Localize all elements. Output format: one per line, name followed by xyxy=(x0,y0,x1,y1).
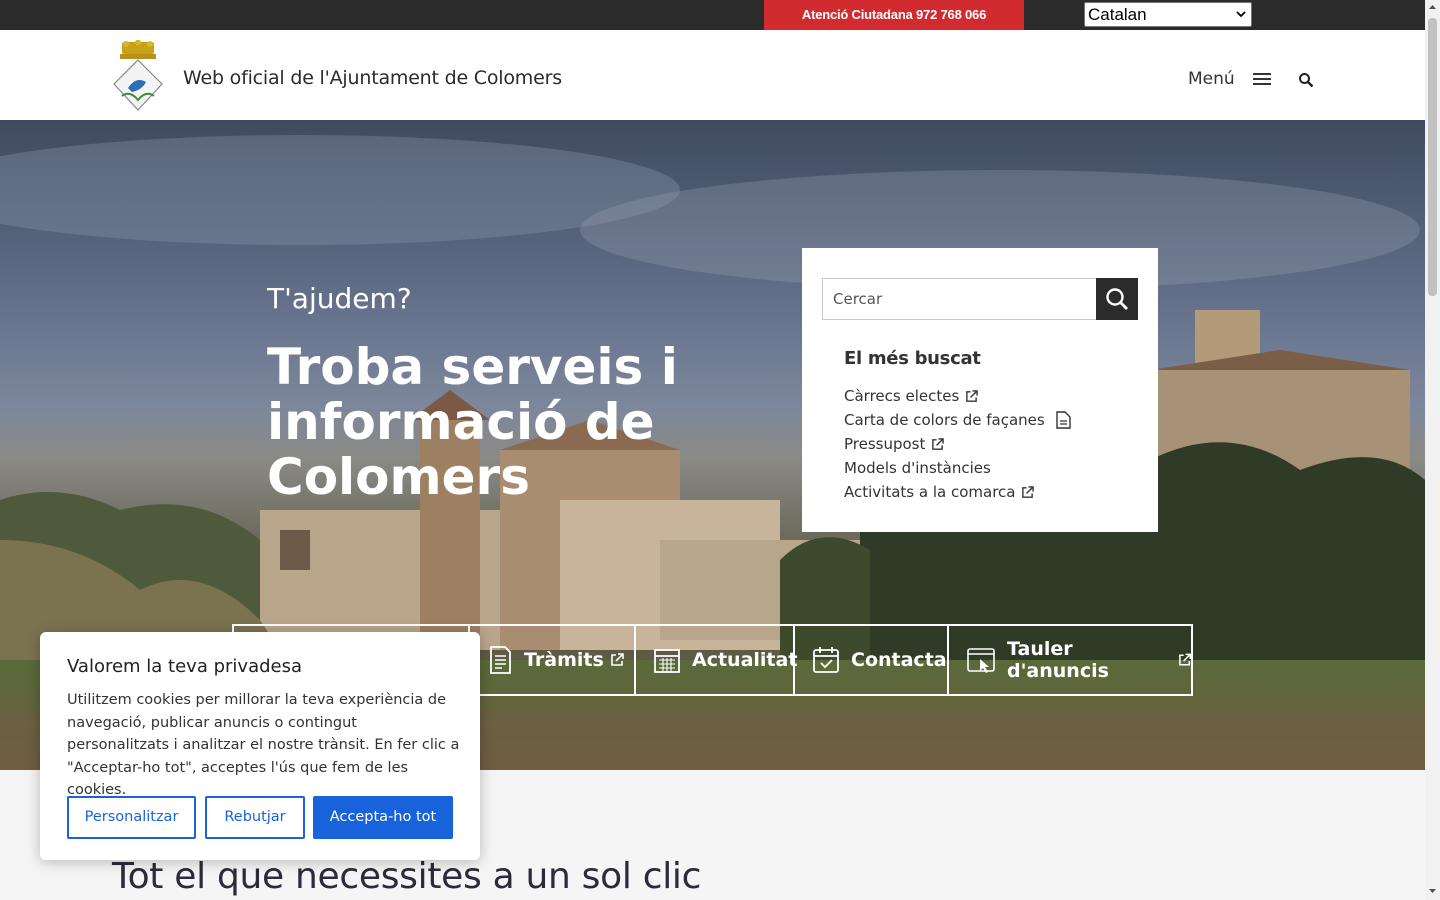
search-icon[interactable] xyxy=(1298,72,1314,88)
most-searched-label: Activitats a la comarca xyxy=(844,483,1016,501)
quick-link-tramits[interactable]: Tràmits xyxy=(470,626,636,694)
hamburger-menu-icon[interactable] xyxy=(1252,71,1272,87)
most-searched-link[interactable]: Models d'instàncies xyxy=(844,456,1071,480)
most-searched-label: Pressupost xyxy=(844,435,926,453)
site-header: Web oficial de l'Ajuntament de Colomers … xyxy=(0,30,1425,120)
external-link-icon xyxy=(610,653,624,666)
quick-link-label: Contacta xyxy=(851,649,947,671)
site-title[interactable]: Web oficial de l'Ajuntament de Colomers xyxy=(183,67,562,89)
coat-of-arms-logo[interactable] xyxy=(110,40,166,112)
cookie-title: Valorem la teva privadesa xyxy=(67,656,303,677)
most-searched-link[interactable]: Carta de colors de façanes xyxy=(844,408,1071,432)
cookie-consent-banner: Valorem la teva privadesa Utilitzem cook… xyxy=(40,632,480,860)
cookie-reject-button[interactable]: Rebutjar xyxy=(205,796,305,839)
most-searched-label: Models d'instàncies xyxy=(844,459,991,477)
board-cursor-icon xyxy=(967,648,995,673)
calendar-check-icon xyxy=(813,647,839,673)
chevron-down-icon xyxy=(1236,11,1246,18)
scroll-up-arrow-icon[interactable] xyxy=(1428,3,1437,12)
quick-link-tauler[interactable]: Tauler d'anuncis xyxy=(949,626,1191,694)
most-searched-heading: El més buscat xyxy=(844,348,981,369)
scrollbar-thumb[interactable] xyxy=(1428,18,1437,296)
hero-kicker: T'ajudem? xyxy=(267,282,412,315)
language-select[interactable]: Catalan xyxy=(1084,2,1252,27)
page-scrollbar[interactable] xyxy=(1425,0,1440,900)
search-icon xyxy=(1106,288,1128,310)
cookie-description: Utilitzem cookies per millorar la teva e… xyxy=(67,692,460,798)
quick-link-label: Tràmits xyxy=(524,649,604,671)
most-searched-link[interactable]: Càrrecs electes xyxy=(844,384,1071,408)
hero-title: Troba serveis i informació de Colomers xyxy=(267,338,678,506)
most-searched-link[interactable]: Activitats a la comarca xyxy=(844,480,1071,504)
cookie-accept-button[interactable]: Accepta-ho tot xyxy=(313,796,453,839)
search-submit-button[interactable] xyxy=(1096,278,1138,320)
most-searched-link[interactable]: Pressupost xyxy=(844,432,1071,456)
quick-link-contacta[interactable]: Contacta xyxy=(795,626,949,694)
scroll-down-arrow-icon[interactable] xyxy=(1428,886,1437,895)
quick-link-label: Tauler d'anuncis xyxy=(1007,638,1109,682)
calendar-grid-icon xyxy=(654,649,680,673)
most-searched-list: Càrrecs electes Carta de colors de façan… xyxy=(844,384,1071,504)
external-link-icon xyxy=(966,389,979,402)
quick-link-actualitat[interactable]: Actualitat xyxy=(636,626,798,694)
external-link-icon xyxy=(1022,485,1035,498)
section-title: Tot el que necessites a un sol clic xyxy=(112,856,702,897)
most-searched-label: Càrrecs electes xyxy=(844,387,960,405)
top-bar: Atenció Ciutadana 972 768 066 Catalan xyxy=(0,0,1425,30)
document-list-icon xyxy=(490,646,511,674)
document-icon xyxy=(1056,411,1071,429)
cookie-customize-button[interactable]: Personalitzar xyxy=(67,796,196,839)
external-link-icon xyxy=(932,437,945,450)
search-input[interactable]: Cercar xyxy=(822,278,1097,320)
quick-link-label: Actualitat xyxy=(692,649,798,671)
menu-button-label[interactable]: Menú xyxy=(1188,69,1235,89)
search-panel: Cercar El més buscat Càrrecs electes Car… xyxy=(802,248,1158,532)
most-searched-label: Carta de colors de façanes xyxy=(844,411,1045,429)
external-link-icon xyxy=(1178,653,1191,666)
citizen-attention-link[interactable]: Atenció Ciutadana 972 768 066 xyxy=(764,0,1024,30)
language-select-value: Catalan xyxy=(1088,5,1147,24)
